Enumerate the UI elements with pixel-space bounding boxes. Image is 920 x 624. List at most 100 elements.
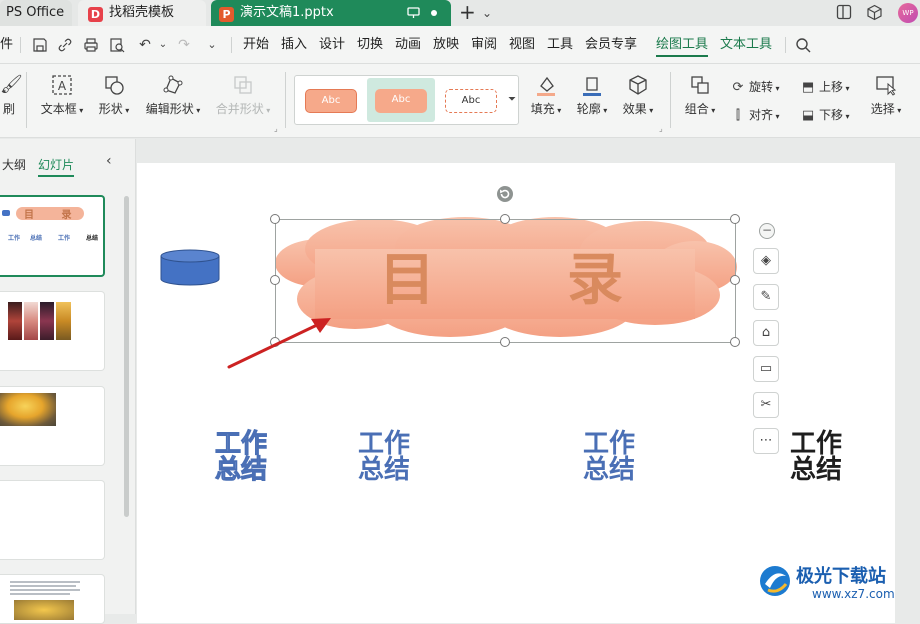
tab-presentation[interactable]: P 演示文稿1.pptx <box>211 0 451 26</box>
textbox-button[interactable]: A 文本框 ▾ <box>36 74 88 117</box>
tab-template-store[interactable]: D 找稻壳模板 <box>78 0 206 26</box>
wordart-item-4[interactable]: 工作 总结 <box>788 431 844 483</box>
outline-pen-icon <box>583 77 601 96</box>
style-preset-1[interactable]: Abc <box>305 89 357 113</box>
menu-text-tools[interactable]: 文本工具 <box>720 36 772 54</box>
thumb-text-line <box>10 589 80 591</box>
cube-icon[interactable] <box>866 4 883 21</box>
redo-icon[interactable]: ↷ <box>176 37 192 53</box>
collapse-float-toolbar-icon[interactable]: − <box>759 223 775 239</box>
slide-thumbnail-5[interactable] <box>0 574 105 624</box>
slide-thumbnail-3[interactable] <box>0 386 105 466</box>
user-avatar[interactable]: WP <box>898 3 918 23</box>
rotate-handle-icon[interactable] <box>495 184 515 204</box>
wordart-item-1[interactable]: 工作 总结 <box>213 431 269 484</box>
rotate-button[interactable]: ⟳ 旋转 ▾ <box>730 79 780 97</box>
resize-handle-n[interactable] <box>500 214 510 224</box>
float-outline-button[interactable]: ▭ <box>753 356 779 382</box>
resize-handle-nw[interactable] <box>270 214 280 224</box>
float-fill-button[interactable]: ⌂ <box>753 320 779 346</box>
undo-dropdown-icon[interactable]: ⌄ <box>155 37 171 53</box>
collapse-panel-icon[interactable]: ‹ <box>106 153 112 169</box>
menu-file[interactable]: 件 <box>0 36 13 54</box>
rotate-icon: ⟳ <box>732 80 744 95</box>
float-layer-button[interactable]: ◈ <box>753 248 779 274</box>
thumb-item: 工作 <box>58 235 71 242</box>
effect-button[interactable]: 效果 ▾ <box>620 74 656 117</box>
effect-cube-icon <box>629 75 647 95</box>
edit-shape-label: 编辑形状 <box>145 102 194 116</box>
menu-divider <box>231 37 232 53</box>
bring-forward-icon: ⬒ <box>801 80 815 95</box>
edit-shape-button[interactable]: 编辑形状 ▾ <box>142 74 204 117</box>
select-button[interactable]: 选择 ▾ <box>866 74 906 117</box>
slide-thumbnail-2[interactable] <box>0 291 105 371</box>
group-label: 组合 <box>684 102 709 116</box>
group-button[interactable]: 组合 ▾ <box>680 74 720 117</box>
tab-list-chevron-icon[interactable]: ⌄ <box>482 1 492 25</box>
print-icon[interactable] <box>83 37 99 53</box>
dialog-launcher-icon[interactable]: ⌟ <box>659 124 663 133</box>
cylinder-shape[interactable] <box>159 249 221 287</box>
thumb-photo <box>0 393 56 426</box>
annotation-arrow <box>227 318 331 369</box>
float-edit-button[interactable]: ✎ <box>753 284 779 310</box>
tab-outline[interactable]: 大纲 <box>2 156 26 173</box>
undo-icon[interactable]: ↶ <box>137 37 153 53</box>
link-icon[interactable] <box>57 37 73 53</box>
float-tools-button[interactable]: ✂ <box>753 392 779 418</box>
menu-animation[interactable]: 动画 <box>395 36 421 54</box>
tab-wps-office[interactable]: PS Office <box>0 0 72 26</box>
float-more-button[interactable]: ⋯ <box>753 428 779 454</box>
slide-thumbnail-4[interactable] <box>0 480 105 560</box>
rotate-label: 旋转 <box>749 80 774 94</box>
monitor-icon[interactable] <box>407 7 420 19</box>
save-icon[interactable] <box>32 37 48 53</box>
thumbnail-scrollbar[interactable] <box>124 196 129 517</box>
menu-transition[interactable]: 切换 <box>357 36 383 54</box>
effect-label: 效果 <box>622 102 647 116</box>
dialog-launcher-icon[interactable]: ⌟ <box>274 124 278 133</box>
style-preset-3[interactable]: Abc <box>445 89 497 113</box>
menu-divider <box>785 37 786 53</box>
slide[interactable]: 目 录 工作 总结 工作 总结 工作 总结 工作 总结 <box>137 163 895 623</box>
resize-handle-e[interactable] <box>730 275 740 285</box>
align-button[interactable]: ⫿ 对齐 ▾ <box>730 107 780 125</box>
search-icon[interactable] <box>795 37 811 53</box>
outline-button[interactable]: 轮廓 ▾ <box>574 74 610 117</box>
bring-forward-button[interactable]: ⬒ 上移 ▾ <box>800 79 850 97</box>
print-preview-icon[interactable] <box>109 37 125 53</box>
resize-handle-ne[interactable] <box>730 214 740 224</box>
fill-button[interactable]: 填充 ▾ <box>528 74 564 117</box>
sidebar-layout-icon[interactable] <box>836 4 852 20</box>
menu-home[interactable]: 开始 <box>243 36 269 54</box>
more-chevron-icon[interactable]: ⌄ <box>204 37 220 53</box>
menu-view[interactable]: 视图 <box>509 36 535 54</box>
menu-insert[interactable]: 插入 <box>281 36 307 54</box>
slide-thumbnail-1[interactable]: 目 录 工作 总结 工作 总结 <box>0 195 105 277</box>
menu-slideshow[interactable]: 放映 <box>433 36 459 54</box>
format-painter-label: 刷 <box>2 102 15 116</box>
tab-slides[interactable]: 幻灯片 <box>38 156 75 177</box>
merge-shape-label: 合并形状 <box>215 102 264 116</box>
new-tab-button[interactable]: + <box>459 0 476 24</box>
format-painter-button[interactable]: 🖌 刷 <box>0 74 23 117</box>
merge-shape-button[interactable]: 合并形状 ▾ <box>212 74 274 117</box>
resize-handle-s[interactable] <box>500 337 510 347</box>
layers-icon: ◈ <box>761 253 771 268</box>
menu-drawing-tools[interactable]: 绘图工具 <box>656 36 709 57</box>
menu-design[interactable]: 设计 <box>319 36 345 54</box>
shape-button[interactable]: 形状 ▾ <box>96 74 132 117</box>
menu-tools[interactable]: 工具 <box>547 36 573 54</box>
menu-membership[interactable]: 会员专享 <box>585 36 637 54</box>
resize-handle-se[interactable] <box>730 337 740 347</box>
wordart-item-3[interactable]: 工作 总结 <box>581 431 637 483</box>
resize-handle-w[interactable] <box>270 275 280 285</box>
title-bar: PS Office D 找稻壳模板 P 演示文稿1.pptx + ⌄ WP <box>0 0 920 26</box>
menu-review[interactable]: 审阅 <box>471 36 497 54</box>
style-preset-2[interactable]: Abc <box>375 89 427 113</box>
wordart-item-2[interactable]: 工作 总结 <box>356 431 412 483</box>
shape-label: 形状 <box>98 102 123 116</box>
send-backward-button[interactable]: ⬓ 下移 ▾ <box>800 107 850 125</box>
gallery-expand-icon[interactable]: ⏷ <box>508 94 516 105</box>
